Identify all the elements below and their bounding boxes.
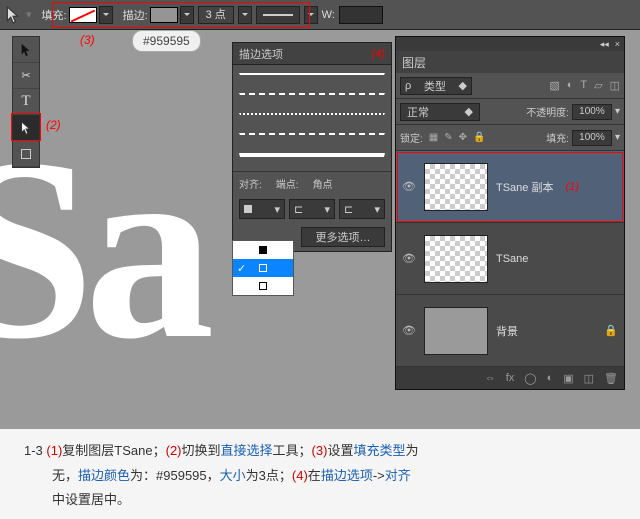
visibility-icon[interactable]: 👁 — [402, 180, 416, 193]
lock-pixels-icon[interactable]: ▦ — [429, 132, 438, 143]
layer-list: 👁 TSane 副本 (1) 👁 TSane 👁 背景 🔒 — [396, 151, 624, 367]
corner-combo[interactable]: ⊏▾ — [339, 199, 385, 219]
annotation-1-layer: (1) — [565, 181, 578, 193]
tool-direct-select[interactable] — [13, 115, 39, 141]
width-input[interactable] — [339, 6, 383, 24]
blend-mode-dropdown[interactable]: 正常◆ — [400, 103, 480, 121]
tool-rect[interactable] — [13, 141, 39, 167]
align-combo[interactable]: ▾ — [239, 199, 285, 219]
filter-image-icon[interactable]: ▧ — [549, 79, 559, 92]
align-opt-inside[interactable] — [233, 277, 293, 295]
hex-tooltip: #959595 — [132, 30, 201, 52]
fill-opacity-label: 填充: — [546, 130, 569, 145]
filter-adjust-icon[interactable]: ◐ — [567, 79, 574, 92]
layer-name[interactable]: TSane 副本 — [496, 179, 553, 195]
fill-label: 填充: — [42, 7, 67, 23]
align-dropdown-popup: ✓ — [232, 240, 294, 296]
visibility-icon[interactable]: 👁 — [402, 324, 416, 337]
tool-crop[interactable]: ✂ — [13, 63, 39, 89]
layer-item[interactable]: 👁 背景 🔒 — [396, 295, 624, 367]
tool-path-select[interactable] — [13, 37, 39, 63]
options-bar: ▾ 填充: 描边: 3 点 W: — [0, 0, 640, 30]
stroke-panel-title: 描边选项 — [239, 46, 283, 62]
mask-icon[interactable]: ◯ — [524, 372, 536, 385]
lock-all-icon[interactable]: 🔒 — [473, 132, 485, 143]
layer-thumb[interactable] — [424, 307, 488, 355]
align-label: 对齐: — [239, 176, 262, 191]
layer-thumb[interactable] — [424, 163, 488, 211]
group-icon[interactable]: ▣ — [563, 372, 573, 385]
stroke-sample-dash[interactable] — [239, 93, 385, 103]
visibility-icon[interactable]: 👁 — [402, 252, 416, 265]
stroke-sample-dot[interactable] — [239, 113, 385, 123]
cap-label: 端点: — [276, 176, 299, 191]
cap-combo[interactable]: ⊏▾ — [289, 199, 335, 219]
corner-label: 角点 — [313, 176, 333, 191]
tools-toolbar: ✂ T — [12, 36, 40, 168]
stroke-label: 描边: — [123, 7, 148, 23]
annotation-4: (4) — [372, 48, 385, 60]
stroke-size-input[interactable]: 3 点 — [198, 6, 234, 24]
filter-type-icon[interactable]: T — [580, 79, 587, 92]
opacity-label: 不透明度: — [526, 104, 569, 119]
align-opt-outside[interactable] — [233, 241, 293, 259]
filter-smart-icon[interactable]: ◫ — [610, 79, 620, 92]
fill-dropdown[interactable] — [99, 6, 113, 24]
lock-label: 锁定: — [400, 130, 423, 145]
stroke-sample-dash2[interactable] — [239, 133, 385, 143]
layer-name[interactable]: 背景 — [496, 323, 518, 339]
layers-tab[interactable]: 图层 — [396, 51, 624, 73]
stroke-swatch[interactable] — [150, 7, 178, 23]
stroke-color-dropdown[interactable] — [180, 6, 194, 24]
tool-type[interactable]: T — [13, 89, 39, 115]
width-label: W: — [322, 9, 335, 21]
lock-position-icon[interactable]: ✥ — [459, 132, 467, 143]
new-layer-icon[interactable]: ◫ — [584, 372, 594, 385]
filter-shape-icon[interactable]: ▱ — [594, 79, 602, 92]
direct-select-icon — [4, 6, 22, 24]
fill-swatch[interactable] — [69, 7, 97, 23]
stroke-style-preview[interactable] — [256, 6, 300, 24]
panel-collapse-icon[interactable]: ◂◂ — [600, 39, 609, 50]
layer-name[interactable]: TSane — [496, 253, 528, 265]
annotation-2: (2) — [46, 118, 61, 132]
fx-icon[interactable]: fx — [506, 372, 515, 384]
delete-icon[interactable]: 🗑 — [604, 372, 618, 385]
stroke-options-panel: 描边选项 (4) 对齐: 端点: 角点 ▾ ⊏▾ ⊏▾ 更多选项… — [232, 42, 392, 252]
panel-close-icon[interactable]: × — [615, 39, 620, 49]
layer-item[interactable]: 👁 TSane — [396, 223, 624, 295]
link-icon[interactable]: ⇔ — [485, 372, 496, 384]
more-options-button[interactable]: 更多选项… — [301, 227, 385, 247]
caption-text: 1-3 (1)复制图层TSane；(2)切换到直接选择工具；(3)设置填充类型为… — [0, 429, 640, 519]
stroke-sample-solid[interactable] — [239, 73, 385, 83]
layer-filter-type[interactable]: ρ类型◆ — [400, 77, 472, 95]
lock-icon: 🔒 — [604, 324, 618, 337]
annotation-3: (3) — [80, 33, 95, 47]
opacity-value[interactable]: 100% — [572, 104, 612, 120]
layer-item[interactable]: 👁 TSane 副本 (1) — [396, 151, 624, 223]
layer-thumb[interactable] — [424, 235, 488, 283]
stroke-style-dropdown[interactable] — [304, 6, 318, 24]
stroke-sample-thick[interactable] — [239, 153, 385, 163]
layers-panel: ◂◂× 图层 ρ类型◆ ▧ ◐ T ▱ ◫ 正常◆ 不透明度:100%▾ 锁定:… — [395, 36, 625, 390]
stroke-size-dropdown[interactable] — [238, 6, 252, 24]
align-opt-center[interactable]: ✓ — [233, 259, 293, 277]
fill-opacity-value[interactable]: 100% — [572, 130, 612, 146]
adjust-icon[interactable]: ◐ — [547, 372, 554, 384]
lock-brush-icon[interactable]: ✎ — [444, 132, 452, 143]
